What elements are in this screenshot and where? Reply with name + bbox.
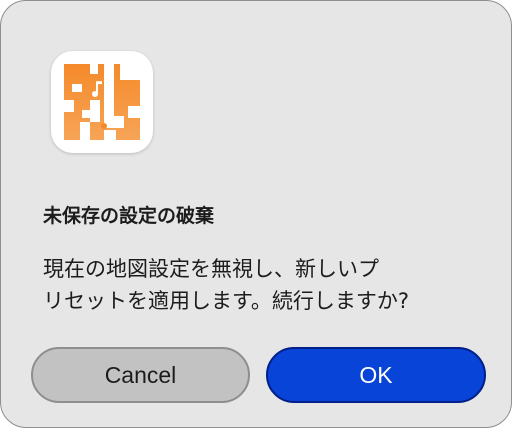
- dialog-message-line: リセットを適用します。続行しますか?: [43, 289, 410, 313]
- app-logo-icon: [64, 64, 140, 140]
- app-icon: [51, 51, 153, 153]
- ok-button[interactable]: OK: [266, 347, 486, 403]
- dialog-title: 未保存の設定の破棄: [43, 205, 215, 227]
- cancel-button[interactable]: Cancel: [31, 347, 250, 403]
- dialog-message: 現在の地図設定を無視し、新しいプ リセットを適用します。続行しますか?: [43, 253, 483, 317]
- dialog-message-line: 現在の地図設定を無視し、新しいプ: [43, 257, 379, 281]
- alert-dialog: 未保存の設定の破棄 現在の地図設定を無視し、新しいプ リセットを適用します。続行…: [0, 0, 512, 428]
